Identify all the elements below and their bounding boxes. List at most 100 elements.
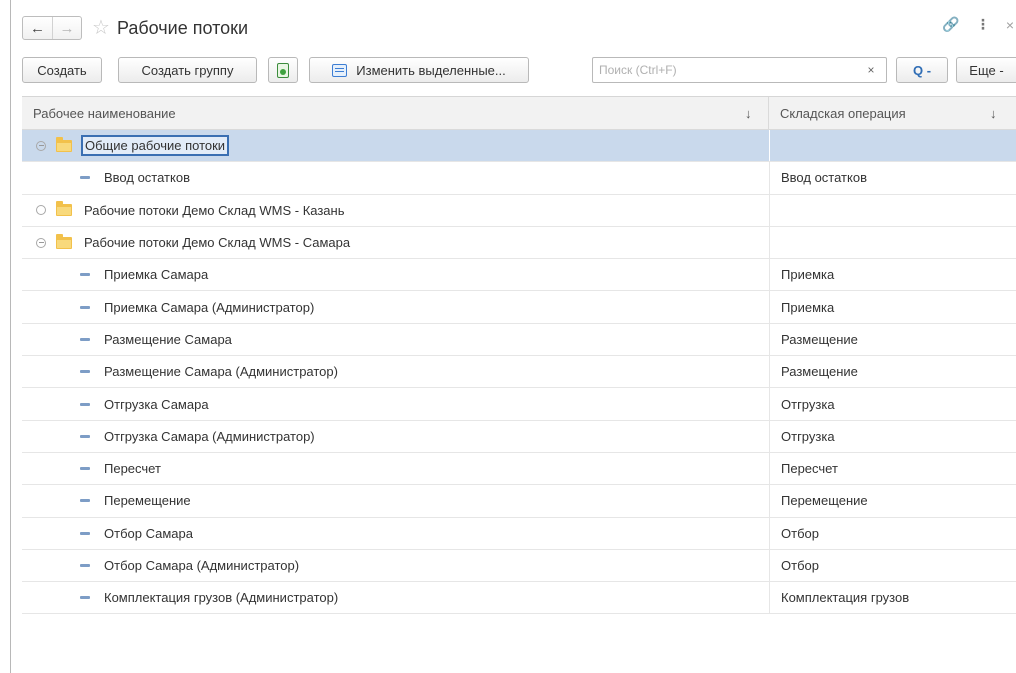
search-button[interactable]: Q - xyxy=(896,57,948,83)
table-row[interactable]: Ввод остатков Ввод остатков xyxy=(22,162,1016,195)
work-name-cell: Общие рабочие потоки xyxy=(22,130,769,161)
work-name: Отгрузка Самара xyxy=(104,396,209,412)
item-icon xyxy=(80,531,90,535)
table-row[interactable]: Пересчет Пересчет xyxy=(22,452,1016,486)
warehouse-operation: Размещение xyxy=(781,364,858,380)
more-vert-icon[interactable]: ⋮ xyxy=(976,16,990,33)
work-name: Пересчет xyxy=(104,461,161,477)
warehouse-operation-cell xyxy=(769,130,1016,162)
work-name: Комплектация грузов (Администратор) xyxy=(104,590,339,606)
table-row[interactable]: Размещение Самара Размещение xyxy=(22,323,1016,357)
work-name: Отбор Самара (Администратор) xyxy=(104,558,300,573)
group-name: Рабочие потоки Демо Склад WMS - Казань xyxy=(84,202,345,218)
warehouse-operation: Отбор xyxy=(781,525,819,541)
item-icon xyxy=(80,273,90,277)
warehouse-operation-cell: Приемка xyxy=(769,259,1016,291)
group-row[interactable]: Рабочие потоки Демо Склад WMS - Казань xyxy=(22,194,1016,227)
warehouse-operation: Отгрузка xyxy=(781,428,835,444)
copy-icon xyxy=(277,62,289,78)
table-row[interactable]: Размещение Самара (Администратор) Размеще… xyxy=(22,356,1016,389)
work-name-cell: Рабочие потоки Демо Склад WMS - Казань xyxy=(22,195,769,226)
warehouse-operation: Пересчет xyxy=(781,461,838,477)
table-header: Рабочее наименование ↓ Складская операци… xyxy=(22,97,1016,130)
warehouse-operation: Отгрузка xyxy=(781,396,835,412)
edit-selected-button[interactable]: Изменить выделенные... xyxy=(309,57,529,83)
folder-icon xyxy=(56,201,72,217)
work-name-cell: Отгрузка Самара (Администратор) xyxy=(22,421,769,452)
column-header-warehouse-operation[interactable]: Складская операция ↓ xyxy=(769,97,1016,130)
title-actions: 🔗 ⋮ × xyxy=(942,16,1016,33)
item-icon xyxy=(80,467,90,471)
warehouse-operation-cell: Комплектация грузов xyxy=(769,582,1016,614)
table-row[interactable]: Отбор Самара Отбор xyxy=(22,517,1016,550)
link-icon[interactable]: 🔗 xyxy=(942,16,959,33)
warehouse-operation-cell: Пересчет xyxy=(769,452,1016,485)
group-name: Рабочие потоки Демо Склад WMS - Самара xyxy=(84,235,351,251)
title-bar: ← → ☆ Рабочие потоки 🔗 ⋮ × xyxy=(22,14,1016,42)
work-name-cell: Отгрузка Самара xyxy=(22,388,769,419)
warehouse-operation-cell: Отбор xyxy=(769,517,1016,549)
work-name-cell: Перемещение xyxy=(22,485,769,516)
warehouse-operation: Перемещение xyxy=(781,493,868,509)
more-button[interactable]: Еще - xyxy=(956,57,1016,83)
table-row[interactable]: Приемка Самара (Администратор) Приемка xyxy=(22,291,1016,324)
group-row[interactable]: Общие рабочие потоки xyxy=(22,130,1016,163)
item-icon xyxy=(80,596,90,600)
page-title: Рабочие потоки xyxy=(116,17,249,38)
item-icon xyxy=(80,305,90,309)
back-arrow-icon[interactable]: ← xyxy=(23,17,52,39)
work-name: Отгрузка Самара (Администратор) xyxy=(104,428,315,444)
forward-arrow-icon[interactable]: → xyxy=(52,17,81,39)
table-row[interactable]: Отбор Самара (Администратор) Отбор xyxy=(22,549,1016,583)
copy-button[interactable] xyxy=(268,57,298,83)
edit-selected-icon xyxy=(332,63,348,77)
warehouse-operation-cell: Отбор xyxy=(769,549,1016,582)
table-body: Общие рабочие потоки Ввод остатков Ввод ос… xyxy=(22,130,1016,615)
folder-icon xyxy=(56,233,72,249)
work-name-cell: Приемка Самара (Администратор) xyxy=(22,291,769,322)
warehouse-operation: Ввод остатков xyxy=(781,170,867,186)
warehouse-operation-cell: Отгрузка xyxy=(769,420,1016,452)
warehouse-operation: Размещение xyxy=(781,331,858,347)
column-header-work-name[interactable]: Рабочее наименование ↓ xyxy=(22,97,769,130)
work-name: Перемещение xyxy=(104,493,191,509)
work-name: Размещение Самара (Администратор) xyxy=(104,364,338,380)
expand-toggle-icon[interactable] xyxy=(36,205,46,216)
star-icon[interactable]: ☆ xyxy=(92,18,110,38)
warehouse-operation-cell: Отгрузка xyxy=(769,388,1016,420)
table-row[interactable]: Отгрузка Самара Отгрузка xyxy=(22,388,1016,421)
warehouse-operation-cell xyxy=(769,194,1016,226)
warehouse-operation: Приемка xyxy=(781,299,835,315)
folder-icon xyxy=(56,136,72,152)
toolbar: Создать Создать группу Изменить выделенн… xyxy=(22,57,1016,83)
table-row[interactable]: Комплектация грузов (Администратор) Компл… xyxy=(22,582,1016,615)
clear-search-button[interactable]: × xyxy=(859,59,883,81)
table-row[interactable]: Отгрузка Самара (Администратор) Отгрузка xyxy=(22,420,1016,453)
warehouse-operation-cell: Перемещение xyxy=(769,485,1016,517)
collapse-toggle-icon[interactable] xyxy=(36,237,46,248)
navigation-buttons: ← → xyxy=(22,16,82,40)
group-name: Общие рабочие потоки xyxy=(81,135,230,157)
create-group-button[interactable]: Создать группу xyxy=(118,57,257,83)
item-icon xyxy=(80,402,90,406)
close-icon[interactable]: × xyxy=(1006,17,1014,33)
item-icon xyxy=(80,176,90,180)
workflows-table: Рабочее наименование ↓ Складская операци… xyxy=(22,96,1016,618)
warehouse-operation: Отбор xyxy=(781,558,819,573)
warehouse-operation-cell xyxy=(769,226,1016,259)
collapse-toggle-icon[interactable] xyxy=(36,140,46,151)
table-row[interactable]: Приемка Самара Приемка xyxy=(22,259,1016,292)
work-name-cell: Отбор Самара (Администратор) xyxy=(22,550,769,581)
create-button[interactable]: Создать xyxy=(22,57,102,83)
search-input[interactable] xyxy=(592,57,887,83)
item-icon xyxy=(80,564,90,567)
sort-arrow-icon: ↓ xyxy=(990,106,997,121)
sort-arrow-icon: ↓ xyxy=(745,106,752,121)
warehouse-operation-cell: Размещение xyxy=(769,356,1016,388)
item-icon xyxy=(80,370,90,374)
table-row[interactable]: Перемещение Перемещение xyxy=(22,485,1016,518)
group-row[interactable]: Рабочие потоки Демо Склад WMS - Самара xyxy=(22,226,1016,260)
work-name-cell: Ввод остатков xyxy=(22,162,769,193)
item-icon xyxy=(80,337,90,341)
warehouse-operation: Комплектация грузов xyxy=(781,590,910,606)
